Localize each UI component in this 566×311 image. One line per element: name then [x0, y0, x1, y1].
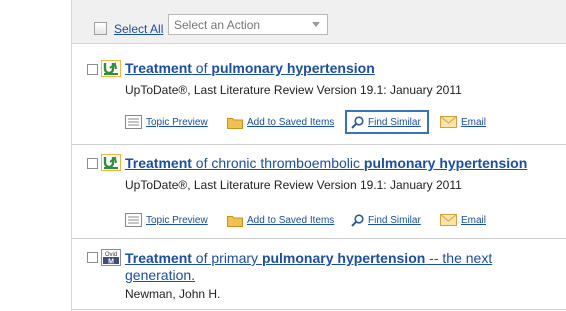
topic-preview-link[interactable]: Topic Preview [125, 210, 208, 230]
envelope-icon [440, 214, 457, 226]
title-text: of [191, 60, 212, 76]
select-all-checkbox[interactable] [94, 22, 107, 35]
find-similar-link[interactable]: Find Similar [351, 210, 421, 230]
folder-icon [227, 117, 243, 129]
email-label: Email [461, 116, 487, 128]
title-text: of chronic thromboembolic [191, 155, 364, 171]
magnifier-icon [351, 213, 364, 227]
title-keyword: Treatment [125, 60, 192, 76]
title-keyword: pulmonary hypertension [363, 155, 528, 171]
result-title-link[interactable]: Treatment of primary pulmonary hypertens… [125, 250, 565, 267]
envelope-icon [440, 116, 457, 128]
uptodate-icon [101, 60, 121, 77]
title-keyword: pulmonary hypertension [261, 250, 426, 266]
select-all-link[interactable]: Select All [114, 22, 163, 36]
result-actions: Topic Preview Add to Saved Items Find Si… [125, 210, 565, 230]
add-to-saved-items-label: Add to Saved Items [247, 116, 335, 128]
find-similar-link[interactable]: Find Similar [345, 110, 429, 134]
topic-preview-label: Topic Preview [146, 116, 208, 128]
topic-preview-link[interactable]: Topic Preview [125, 112, 208, 132]
results-panel: Select All Select an Action Treatment of… [71, 0, 566, 311]
chevron-down-icon [312, 22, 320, 27]
result-divider [72, 238, 566, 239]
svg-text:M: M [108, 259, 114, 266]
action-select[interactable]: Select an Action [168, 14, 328, 35]
email-link[interactable]: Email [440, 210, 486, 230]
uptodate-icon [101, 154, 121, 171]
title-text: of primary [191, 250, 262, 266]
result-actions: Topic Preview Add to Saved Items Find Si… [125, 110, 565, 134]
folder-icon [227, 215, 243, 227]
email-label: Email [461, 214, 487, 226]
find-similar-label: Find Similar [368, 116, 421, 128]
ovid-medline-icon: Ovid M [101, 249, 121, 266]
title-keyword: Treatment [125, 250, 192, 266]
result-title-link[interactable]: Treatment of chronic thromboembolic pulm… [125, 155, 527, 172]
result-checkbox[interactable] [87, 252, 98, 263]
results-toolbar: Select All Select an Action [72, 0, 566, 44]
topic-preview-label: Topic Preview [146, 214, 208, 226]
find-similar-label: Find Similar [368, 214, 421, 226]
document-icon [125, 115, 142, 129]
add-to-saved-items-link[interactable]: Add to Saved Items [227, 210, 334, 230]
result-title-link[interactable]: Treatment of pulmonary hypertension [125, 60, 375, 77]
title-text: -- the next [425, 250, 493, 266]
result-source-meta: UpToDate®, Last Literature Review Versio… [125, 83, 462, 97]
title-keyword: pulmonary hypertension [211, 60, 375, 76]
title-keyword: Treatment [125, 155, 192, 171]
bottom-divider [72, 309, 566, 310]
result-title-link-continued[interactable]: generation. [125, 267, 195, 284]
add-to-saved-items-link[interactable]: Add to Saved Items [227, 112, 334, 132]
add-to-saved-items-label: Add to Saved Items [247, 214, 335, 226]
magnifier-icon [351, 115, 364, 129]
email-link[interactable]: Email [440, 112, 486, 132]
result-author: Newman, John H. [125, 287, 221, 301]
action-select-value: Select an Action [174, 18, 261, 32]
result-checkbox[interactable] [87, 64, 98, 75]
result-divider [72, 144, 566, 145]
document-icon [125, 213, 142, 227]
result-source-meta: UpToDate®, Last Literature Review Versio… [125, 178, 462, 192]
result-checkbox[interactable] [87, 158, 98, 169]
